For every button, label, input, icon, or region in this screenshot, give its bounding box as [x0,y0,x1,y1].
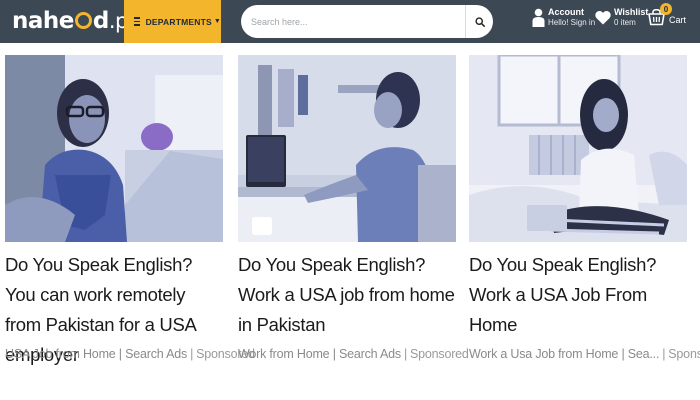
departments-button[interactable]: DEPARTMENTS ▼ [124,0,221,43]
wishlist-link[interactable]: Wishlist 0 item [595,7,648,28]
sponsored-ad-card[interactable]: Do You Speak English? Work a USA Job Fro… [469,55,700,361]
sponsored-ad-card[interactable]: Do You Speak English? Work a USA job fro… [238,55,469,361]
search-icon [474,16,485,27]
heart-icon [595,11,611,25]
account-subtitle: Hello! Sign in [548,18,596,27]
search-bar [241,5,493,38]
ad-title[interactable]: Do You Speak English? Work a USA job fro… [238,250,456,340]
wishlist-subtitle: 0 item [614,18,636,27]
wishlist-title: Wishlist [614,7,649,17]
ad-title[interactable]: Do You Speak English? Work a USA Job Fro… [469,250,687,340]
sponsored-label: Sponsored [668,347,700,361]
cart-label: Cart [669,14,687,25]
ad-image-woman-laptop-glasses[interactable] [5,55,223,242]
ad-source[interactable]: Work from Home | Search Ads [238,347,401,361]
account-link[interactable]: Account Hello! Sign in [532,7,595,28]
ad-source[interactable]: USA Job from Home | Search Ads [5,347,187,361]
ad-meta: Work a Usa Job from Home | Sea...|Sponso… [469,347,700,361]
ad-meta-separator: | [403,347,408,361]
sponsored-label: Sponsored [410,347,469,361]
user-icon [532,8,545,27]
site-logo[interactable]: nahed.pk [12,6,140,36]
ad-image-woman-on-phone-desk[interactable] [238,55,456,242]
sponsored-ad-card[interactable]: Do You Speak English? You can work remot… [5,55,255,370]
ad-image-woman-on-bed-laptop[interactable] [469,55,687,242]
ad-meta: USA Job from Home | Search Ads | Sponsored [5,347,255,361]
cart-count-badge: 0 [660,3,672,15]
cart-link[interactable]: 0 Cart [648,3,687,31]
hamburger-icon [134,15,140,28]
ad-source[interactable]: Work a Usa Job from Home | Sea... [469,347,659,361]
ad-meta-separator: | [190,347,194,361]
top-header: nahed.pk DEPARTMENTS ▼ Account Hello! Si… [0,0,700,43]
caret-down-icon: ▼ [213,18,221,25]
search-button[interactable] [465,5,493,38]
search-input[interactable] [241,16,465,27]
logo-text-start: nahe [12,8,74,34]
logo-text-end: d [92,8,109,34]
account-title: Account [548,7,584,17]
ad-meta: Work from Home | Search Ads | Sponsored [238,347,469,361]
departments-label: DEPARTMENTS [145,16,212,27]
ad-meta-separator: | [662,347,666,361]
logo-ring-icon [74,12,92,29]
